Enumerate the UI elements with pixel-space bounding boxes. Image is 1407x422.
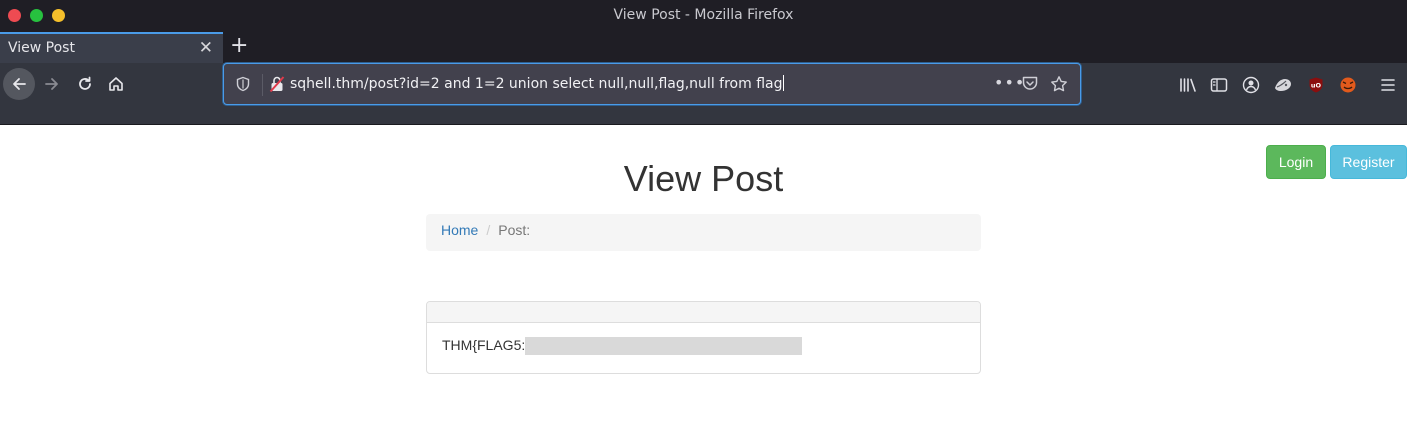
reload-button[interactable] [71, 68, 99, 100]
tracking-protection-shield-icon[interactable] [236, 76, 250, 96]
forward-button[interactable] [38, 68, 66, 100]
breadcrumb: Home / Post: [426, 214, 981, 251]
post-panel-heading [427, 302, 980, 323]
tab-strip: View Post ✕ + [0, 32, 1407, 63]
tab-view-post[interactable]: View Post ✕ [0, 32, 223, 63]
arrow-left-icon [13, 78, 26, 90]
reload-icon [79, 76, 91, 90]
pocket-icon[interactable] [1021, 75, 1039, 96]
post-panel-body: THM{FLAG5: [427, 323, 980, 367]
library-icon[interactable] [1178, 75, 1198, 95]
arrow-right-icon [45, 78, 58, 90]
navigation-toolbar: sqhell.thm/post?id=2 and 1=2 union selec… [0, 63, 1407, 125]
text-cursor [783, 75, 785, 91]
extension-cookie-icon[interactable] [1273, 75, 1293, 95]
page-content: Login Register View Post Home / Post: THM{… [0, 126, 1407, 422]
tab-label: View Post [8, 40, 75, 56]
url-input[interactable]: sqhell.thm/post?id=2 and 1=2 union selec… [290, 75, 785, 92]
url-value: sqhell.thm/post?id=2 and 1=2 union selec… [290, 76, 783, 92]
breadcrumb-current: Post: [498, 222, 531, 238]
sidebar-toggle-icon[interactable] [1209, 75, 1229, 95]
post-body-text: THM{FLAG5: [442, 337, 526, 353]
ublock-origin-icon[interactable]: uO [1306, 75, 1326, 95]
tab-close-icon[interactable]: ✕ [199, 38, 213, 58]
foxyproxy-icon[interactable] [1338, 75, 1358, 95]
svg-text:uO: uO [1311, 82, 1322, 90]
insecure-connection-icon[interactable] [269, 75, 285, 97]
breadcrumb-separator: / [486, 222, 491, 238]
account-icon[interactable] [1241, 75, 1261, 95]
home-icon [109, 77, 123, 91]
breadcrumb-home-link[interactable]: Home [441, 222, 478, 238]
redacted-flag-block [525, 337, 802, 355]
window-title: View Post - Mozilla Firefox [613, 7, 794, 23]
back-button[interactable] [3, 68, 35, 100]
new-tab-button[interactable]: + [230, 34, 248, 58]
urlbar-separator [262, 74, 263, 96]
window-titlebar: View Post - Mozilla Firefox [0, 0, 1407, 32]
post-panel: THM{FLAG5: [426, 301, 981, 374]
hamburger-menu-icon[interactable] [1378, 75, 1398, 95]
home-button[interactable] [102, 68, 130, 100]
bookmark-star-icon[interactable] [1050, 75, 1068, 97]
address-bar[interactable]: sqhell.thm/post?id=2 and 1=2 union selec… [223, 63, 1081, 105]
page-title: View Post [623, 158, 784, 199]
